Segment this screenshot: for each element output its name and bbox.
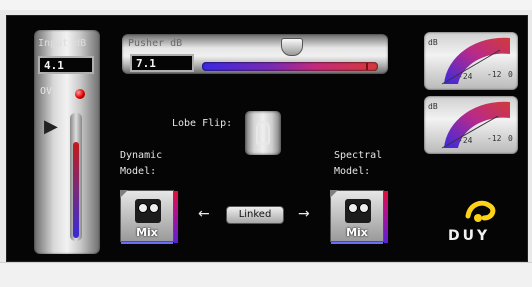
meter-top-tick-0: 0 — [508, 70, 513, 79]
meter-bottom-tick-24: -24 — [458, 136, 473, 145]
input-level-fill — [73, 142, 79, 238]
lobe-flip-label: Lobe Flip: — [172, 118, 233, 129]
spectral-model-mix-text: Mix — [346, 226, 368, 239]
input-value-display[interactable]: 4.1 — [38, 56, 94, 74]
meter-top-tick-24: -24 — [458, 72, 473, 81]
meter-top-arc — [441, 37, 510, 85]
meter-top-tick-12: -12 — [487, 70, 502, 79]
meter-bottom-tick-12: -12 — [487, 134, 502, 143]
dynamic-model-label-1: Dynamic — [120, 150, 163, 161]
meter-bottom-db-label: dB — [428, 102, 438, 111]
duy-logo-text: DUY — [448, 228, 491, 244]
spectral-model-underline — [331, 242, 383, 244]
linked-left-arrow-icon: ← — [198, 206, 210, 222]
lobe-flip-icon — [256, 121, 270, 145]
pusher-end-marker — [366, 63, 368, 70]
overload-led-icon — [75, 89, 85, 99]
spectral-model-tile[interactable]: Mix — [330, 190, 388, 244]
meter-bottom-tick-0: 0 — [508, 134, 513, 143]
dynamic-model-tile[interactable]: Mix — [120, 190, 178, 244]
input-knob-icon[interactable]: ▶ — [44, 118, 60, 136]
dynamic-model-mix-text: Mix — [136, 226, 158, 239]
pusher-value-display[interactable]: 7.1 — [130, 54, 194, 72]
duy-logo-icon — [465, 200, 496, 222]
input-label: Input dB — [38, 38, 87, 49]
model-face-icon — [345, 199, 371, 223]
ov-label: OV — [40, 86, 53, 97]
spectral-model-label-2: Model: — [334, 166, 371, 177]
pusher-slider-knob[interactable] — [281, 38, 303, 56]
dropdown-corner-icon — [330, 190, 338, 198]
spectral-model-label-1: Spectral — [334, 150, 383, 161]
dynamic-model-color-bar — [174, 191, 178, 243]
bottom-bar — [0, 262, 532, 287]
linked-button[interactable]: Linked — [226, 206, 284, 224]
meter-bottom-arc — [441, 101, 510, 149]
meter-top-db-label: dB — [428, 38, 438, 47]
pusher-label: Pusher dB — [128, 38, 183, 49]
dynamic-model-label-2: Model: — [120, 166, 157, 177]
dropdown-corner-icon — [120, 190, 128, 198]
model-face-icon — [135, 199, 161, 223]
meter-top: dB -24 -12 0 — [424, 32, 518, 90]
spectral-model-color-bar — [384, 191, 388, 243]
pusher-slider-track[interactable] — [202, 62, 378, 71]
meter-bottom: dB -24 -12 0 — [424, 96, 518, 154]
dynamic-model-underline — [121, 242, 173, 244]
linked-right-arrow-icon: → — [298, 206, 310, 222]
